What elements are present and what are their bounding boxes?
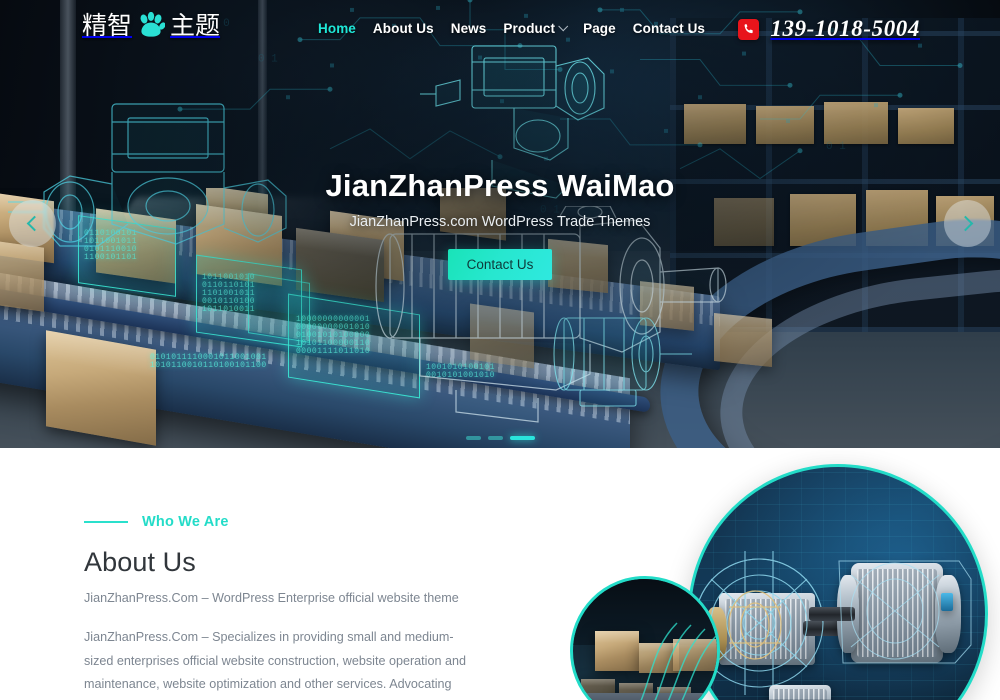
chevron-left-icon: [26, 215, 43, 232]
logo-text-left: 精智: [82, 10, 133, 40]
nav-label: News: [450, 21, 487, 36]
slider-dot-2[interactable]: [487, 436, 503, 440]
nav-item-about-us[interactable]: About Us: [373, 21, 434, 36]
nav-item-contact-us[interactable]: Contact Us: [633, 21, 705, 36]
header-phone[interactable]: 139-1018-5004: [738, 16, 920, 42]
main-navigation: Home About Us News Product Page Contact …: [318, 21, 705, 36]
nav-item-product[interactable]: Product: [503, 21, 569, 36]
chevron-right-icon: [957, 215, 974, 232]
nav-label: Product: [503, 21, 556, 36]
about-lead-text: JianZhanPress.Com – WordPress Enterprise…: [84, 591, 459, 605]
about-section: Who We Are About Us JianZhanPress.Com – …: [0, 448, 1000, 700]
nav-item-news[interactable]: News: [451, 21, 487, 36]
hero-slider: 1 00 1 1 00 1 1 00 1 0110100101 10: [0, 0, 1000, 448]
nav-label: Page: [583, 21, 616, 36]
chevron-down-icon: [558, 21, 569, 32]
slider-pagination: [0, 436, 1000, 440]
eyebrow-label: Who We Are: [142, 514, 229, 530]
nav-label: Home: [318, 21, 356, 36]
paw-icon: [137, 11, 166, 38]
wireframe-motor-overlay: [838, 560, 972, 664]
site-logo[interactable]: 精智 主题: [82, 10, 221, 40]
about-eyebrow: Who We Are: [84, 514, 484, 530]
hero-title: JianZhanPress WaiMao: [325, 168, 675, 203]
phone-number: 139-1018-5004: [770, 16, 920, 41]
eyebrow-dash: [84, 521, 128, 523]
about-body-text: JianZhanPress.Com – Specializes in provi…: [84, 630, 466, 691]
slider-dot-3[interactable]: [509, 436, 535, 440]
nav-item-page[interactable]: Page: [583, 21, 616, 36]
slider-next-button[interactable]: [944, 200, 991, 247]
about-image-small: [570, 576, 720, 700]
logo-text-right: 主题: [170, 10, 221, 40]
nav-item-home[interactable]: Home: [318, 21, 356, 36]
hero-subtitle: JianZhanPress.com WordPress Trade Themes: [349, 214, 651, 230]
nav-label: Contact Us: [632, 21, 706, 36]
about-image-group: [570, 448, 1000, 700]
phone-icon: [738, 18, 760, 40]
about-text-column: Who We Are About Us JianZhanPress.Com – …: [84, 514, 484, 700]
site-header: 精智 主题 Home About Us News Product Page Co…: [0, 0, 1000, 60]
hero-contact-button[interactable]: Contact Us: [447, 249, 553, 280]
slider-dot-1[interactable]: [465, 436, 481, 440]
slider-prev-button[interactable]: [9, 200, 56, 247]
hero-content: JianZhanPress WaiMao JianZhanPress.com W…: [0, 168, 1000, 280]
about-heading: About Us: [84, 547, 196, 577]
about-image-large: [688, 464, 988, 700]
nav-label: About Us: [372, 21, 434, 36]
